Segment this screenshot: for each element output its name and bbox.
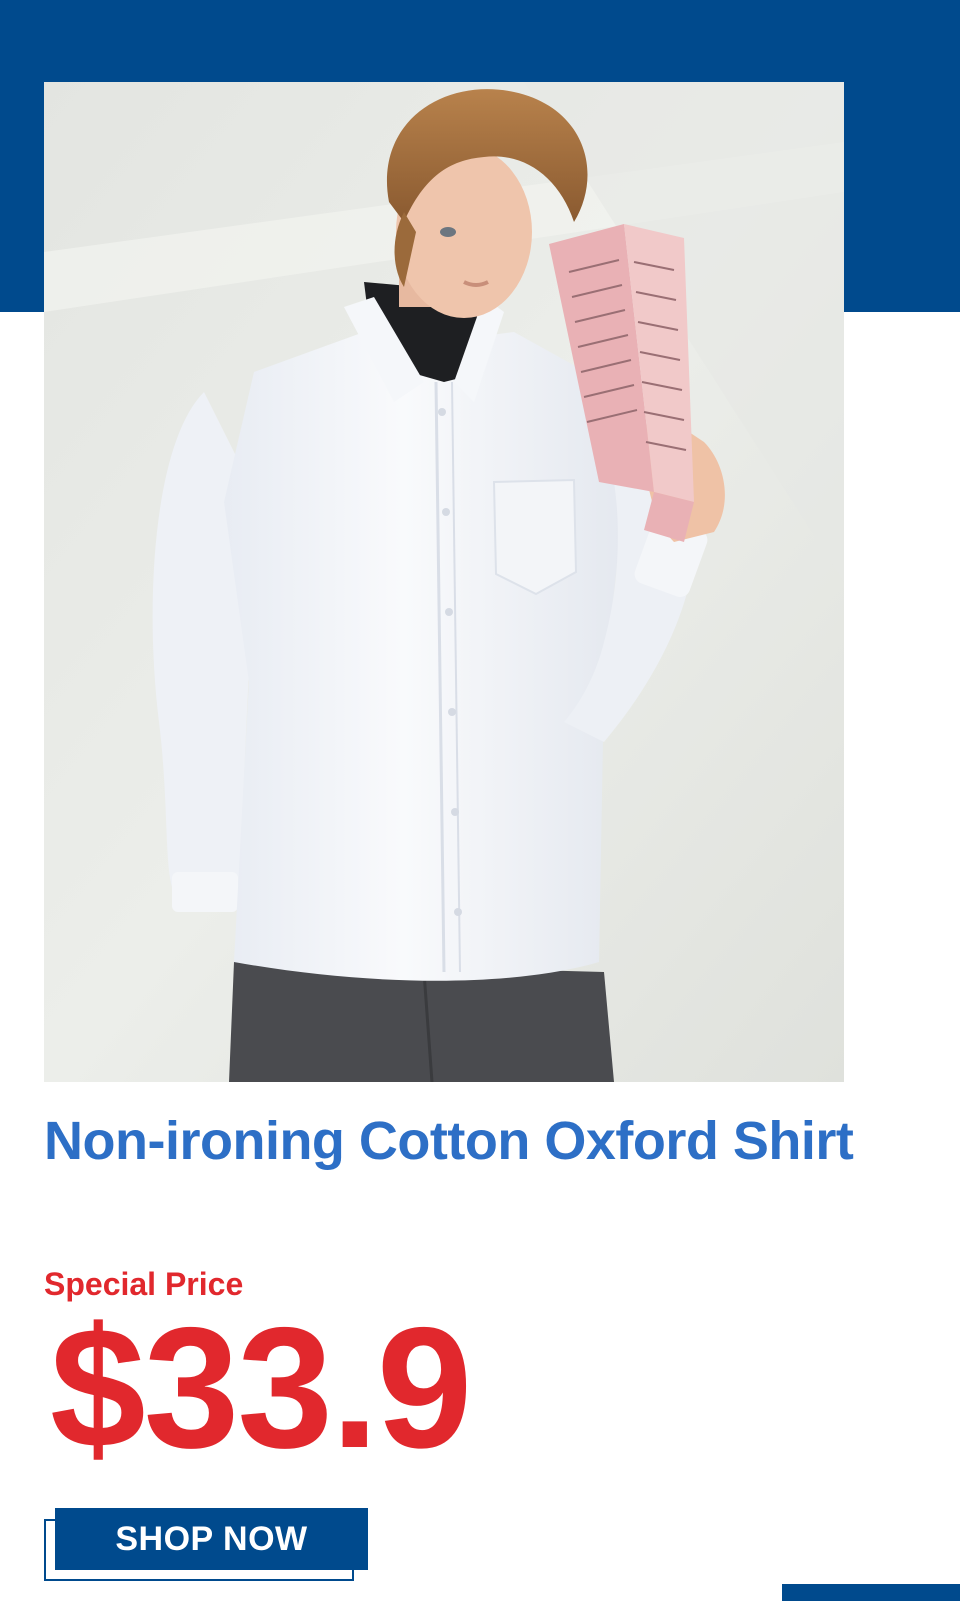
product-photo (44, 82, 844, 1082)
model-wearing-white-oxford-shirt-image (44, 82, 844, 1082)
price-value: $33.9 (50, 1292, 472, 1484)
shop-now-button[interactable]: SHOP NOW (55, 1508, 368, 1570)
bottom-blue-accent (782, 1584, 960, 1601)
product-title: Non-ironing Cotton Oxford Shirt (44, 1111, 854, 1171)
promo-banner: Non-ironing Cotton Oxford Shirt Special … (0, 0, 960, 1601)
